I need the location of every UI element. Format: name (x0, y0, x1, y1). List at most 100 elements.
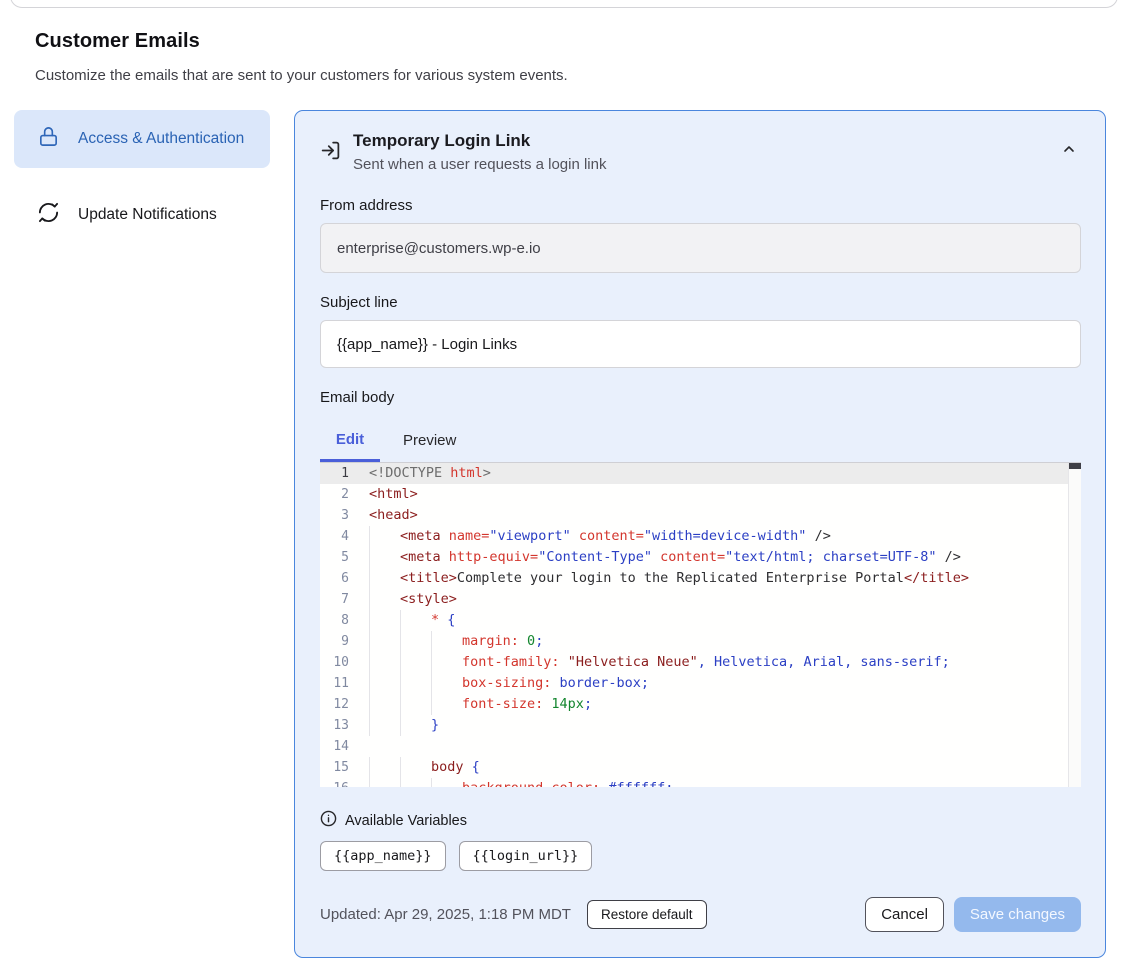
available-variables-label: Available Variables (345, 813, 467, 829)
line-number: 14 (320, 736, 369, 757)
chevron-up-icon (1061, 145, 1077, 160)
editor-line[interactable]: 5<meta http-equiv="Content-Type" content… (320, 547, 1068, 568)
line-number: 12 (320, 694, 369, 715)
indent-guide (369, 568, 400, 589)
code-line-content: background-color: #ffffff; (369, 778, 1068, 787)
editor-line[interactable]: 7<style> (320, 589, 1068, 610)
code-line-content (369, 736, 1068, 757)
line-number: 6 (320, 568, 369, 589)
email-types-sidebar: Access & Authentication Update Notificat… (14, 110, 270, 244)
collapse-button[interactable] (1057, 137, 1081, 164)
page-description: Customize the emails that are sent to yo… (35, 67, 935, 84)
indent-guide (431, 694, 462, 715)
editor-line[interactable]: 15body { (320, 757, 1068, 778)
editor-line[interactable]: 3<head> (320, 505, 1068, 526)
editor-scrollbar-track[interactable] (1068, 463, 1081, 787)
indent-guide (400, 631, 431, 652)
editor-line[interactable]: 11box-sizing: border-box; (320, 673, 1068, 694)
line-number: 5 (320, 547, 369, 568)
indent-guide (431, 631, 462, 652)
refresh-icon (37, 201, 60, 229)
sidebar-item-access-authentication[interactable]: Access & Authentication (14, 110, 270, 168)
indent-guide (400, 652, 431, 673)
code-line-content: box-sizing: border-box; (369, 673, 1068, 694)
editor-line[interactable]: 13} (320, 715, 1068, 736)
lock-icon (37, 125, 60, 153)
code-line-content: } (369, 715, 1068, 736)
line-number: 4 (320, 526, 369, 547)
indent-guide (369, 610, 400, 631)
indent-guide (400, 673, 431, 694)
sidebar-item-label: Update Notifications (78, 203, 217, 227)
indent-guide (400, 778, 431, 787)
line-number: 15 (320, 757, 369, 778)
variable-chips: {{app_name}} {{login_url}} (320, 841, 1081, 871)
line-number: 3 (320, 505, 369, 526)
line-number: 1 (320, 463, 369, 484)
indent-guide (369, 778, 400, 787)
line-number: 2 (320, 484, 369, 505)
card-footer: Updated: Apr 29, 2025, 1:18 PM MDT Resto… (320, 897, 1081, 932)
card-title: Temporary Login Link (353, 128, 606, 154)
indent-guide (400, 757, 431, 778)
line-number: 9 (320, 631, 369, 652)
indent-guide (369, 631, 400, 652)
editor-line[interactable]: 4<meta name="viewport" content="width=de… (320, 526, 1068, 547)
subject-line-input[interactable] (320, 320, 1081, 368)
variable-chip-app-name[interactable]: {{app_name}} (320, 841, 446, 871)
editor-line[interactable]: 10font-family: "Helvetica Neue", Helveti… (320, 652, 1068, 673)
editor-line[interactable]: 1<!DOCTYPE html> (320, 463, 1068, 484)
indent-guide (369, 547, 400, 568)
code-line-content: * { (369, 610, 1068, 631)
sidebar-item-update-notifications[interactable]: Update Notifications (14, 186, 270, 244)
sidebar-item-label: Access & Authentication (78, 127, 244, 151)
page-title: Customer Emails (35, 30, 935, 53)
editor-line[interactable]: 8* { (320, 610, 1068, 631)
restore-default-button[interactable]: Restore default (587, 900, 707, 929)
from-address-input (320, 223, 1081, 273)
code-line-content: <html> (369, 484, 1068, 505)
email-body-code-editor[interactable]: 1<!DOCTYPE html>2<html>3<head>4<meta nam… (320, 462, 1081, 787)
email-body-label: Email body (320, 389, 1081, 406)
line-number: 11 (320, 673, 369, 694)
indent-guide (431, 673, 462, 694)
code-line-content: <meta name="viewport" content="width=dev… (369, 526, 1068, 547)
from-address-label: From address (320, 197, 1081, 214)
indent-guide (431, 652, 462, 673)
code-line-content: <head> (369, 505, 1068, 526)
tab-edit[interactable]: Edit (320, 419, 380, 462)
info-icon (320, 810, 337, 832)
editor-line[interactable]: 14 (320, 736, 1068, 757)
subject-line-label: Subject line (320, 294, 1081, 311)
page-header: Customer Emails Customize the emails tha… (35, 30, 935, 84)
code-line-content: <meta http-equiv="Content-Type" content=… (369, 547, 1068, 568)
code-line-content: margin: 0; (369, 631, 1068, 652)
editor-line[interactable]: 2<html> (320, 484, 1068, 505)
temporary-login-link-card: Temporary Login Link Sent when a user re… (294, 110, 1106, 958)
editor-line[interactable]: 12font-size: 14px; (320, 694, 1068, 715)
indent-guide (369, 589, 400, 610)
available-variables-header: Available Variables (320, 810, 1081, 832)
line-number: 16 (320, 778, 369, 787)
save-changes-button[interactable]: Save changes (954, 897, 1081, 932)
line-number: 7 (320, 589, 369, 610)
indent-guide (400, 694, 431, 715)
editor-line[interactable]: 16background-color: #ffffff; (320, 778, 1068, 787)
line-number: 13 (320, 715, 369, 736)
editor-line[interactable]: 6<title>Complete your login to the Repli… (320, 568, 1068, 589)
tab-preview[interactable]: Preview (380, 419, 479, 462)
editor-line[interactable]: 9margin: 0; (320, 631, 1068, 652)
cancel-button[interactable]: Cancel (865, 897, 944, 932)
editor-scrollbar-thumb[interactable] (1069, 463, 1081, 469)
card-header: Temporary Login Link Sent when a user re… (320, 127, 1081, 176)
code-line-content: font-size: 14px; (369, 694, 1068, 715)
code-line-content: body { (369, 757, 1068, 778)
code-line-content: font-family: "Helvetica Neue", Helvetica… (369, 652, 1068, 673)
login-icon (320, 140, 341, 166)
indent-guide (400, 610, 431, 631)
line-number: 10 (320, 652, 369, 673)
indent-guide (369, 673, 400, 694)
updated-timestamp: Updated: Apr 29, 2025, 1:18 PM MDT (320, 906, 571, 923)
variable-chip-login-url[interactable]: {{login_url}} (459, 841, 593, 871)
code-line-content: <style> (369, 589, 1068, 610)
